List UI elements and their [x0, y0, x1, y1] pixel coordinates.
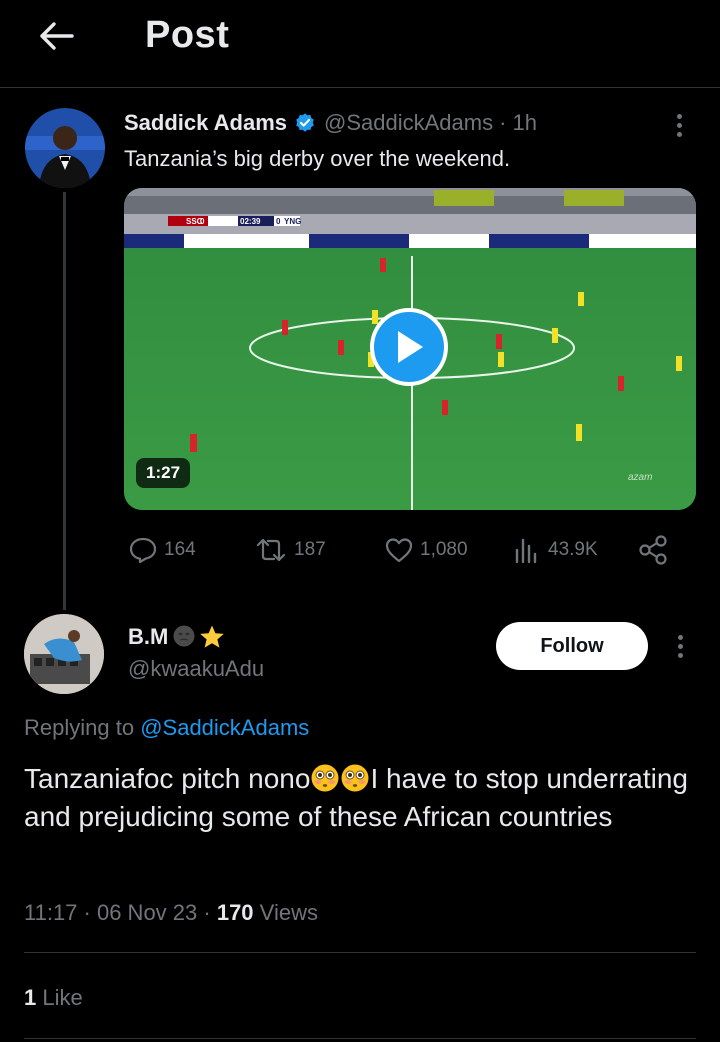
more-options-button[interactable]: [664, 108, 694, 142]
follow-button[interactable]: Follow: [496, 622, 648, 670]
avatar[interactable]: [25, 108, 105, 188]
reply-views-count: 170: [216, 900, 254, 925]
play-icon: [398, 331, 423, 363]
dark-moon-face-icon: [173, 625, 195, 647]
name-emojis: [172, 624, 226, 650]
score-away: YNG: [284, 217, 301, 226]
reply-avatar[interactable]: [24, 614, 104, 694]
divider: [24, 952, 696, 953]
page-title: Post: [145, 14, 230, 56]
repost-count: 187: [294, 539, 326, 560]
reply-author: B.M: [128, 624, 226, 650]
score-home-goals: 0: [200, 217, 205, 226]
like-count: 1,080: [420, 539, 468, 560]
views-count: 43.9K: [548, 539, 598, 560]
flushed-face-icon: [311, 764, 339, 792]
share-button[interactable]: [636, 530, 676, 570]
reply-icon: [129, 537, 157, 564]
repost-icon: [256, 538, 286, 562]
top-bar: Post: [0, 0, 720, 88]
reply-likes-label: Like: [42, 985, 83, 1010]
reply-more-options-button[interactable]: [665, 629, 695, 663]
reply-timestamp[interactable]: 11:17 · 06 Nov 23 ·: [24, 900, 211, 925]
reply-likes-count: 1: [24, 985, 37, 1010]
reply-views-label: Views: [259, 900, 318, 925]
replying-prefix: Replying to: [24, 715, 135, 740]
thread-line: [63, 192, 66, 610]
divider: [24, 1038, 696, 1039]
heart-icon: [385, 538, 413, 563]
reply-button[interactable]: 164: [128, 530, 196, 570]
reply-handle[interactable]: @kwaakuAdu: [128, 656, 264, 682]
video-duration: 1:27: [136, 458, 191, 488]
tweet-text: Tanzania’s big derby over the weekend.: [124, 146, 511, 171]
match-clock: 02:39: [240, 217, 261, 226]
reply-text: Tanzaniafoc pitch nono I have to stop un…: [24, 760, 704, 836]
tweet-actions: 164 187 1,080 43.9K: [124, 530, 684, 570]
video-player[interactable]: SSC 0 02:39 0 YNG azam 1:27: [124, 188, 696, 510]
reply-meta: 11:17 · 06 Nov 23 · 170 Views: [24, 900, 318, 926]
share-icon: [639, 535, 667, 565]
post-time: · 1h: [499, 110, 538, 135]
analytics-icon: [515, 538, 537, 564]
reply-text-part1: Tanzaniafoc pitch nono: [24, 763, 311, 794]
tweet-header: Saddick Adams @SaddickAdams · 1h: [124, 108, 537, 138]
arrow-left-icon: [40, 22, 74, 50]
repost-button[interactable]: 187: [254, 530, 326, 570]
play-button[interactable]: [370, 308, 448, 386]
author-handle[interactable]: @SaddickAdams: [324, 110, 493, 136]
reply-author-name[interactable]: B.M: [128, 624, 168, 650]
reply-likes[interactable]: 1 Like: [24, 985, 83, 1011]
replying-to: Replying to @SaddickAdams: [24, 715, 309, 741]
verified-badge-icon: [294, 112, 316, 134]
author-name[interactable]: Saddick Adams: [124, 110, 287, 136]
back-button[interactable]: [30, 14, 82, 58]
reply-count: 164: [164, 539, 196, 560]
more-dots-icon: [677, 634, 683, 640]
more-dots-icon: [676, 113, 682, 119]
flushed-face-icon: [341, 764, 369, 792]
views-button[interactable]: 43.9K: [512, 530, 598, 570]
star-icon: [200, 625, 225, 648]
score-away-goals: 0: [276, 217, 281, 226]
replying-to-link[interactable]: @SaddickAdams: [140, 715, 309, 740]
video-watermark: azam: [628, 472, 652, 483]
like-button[interactable]: 1,080: [384, 530, 468, 570]
